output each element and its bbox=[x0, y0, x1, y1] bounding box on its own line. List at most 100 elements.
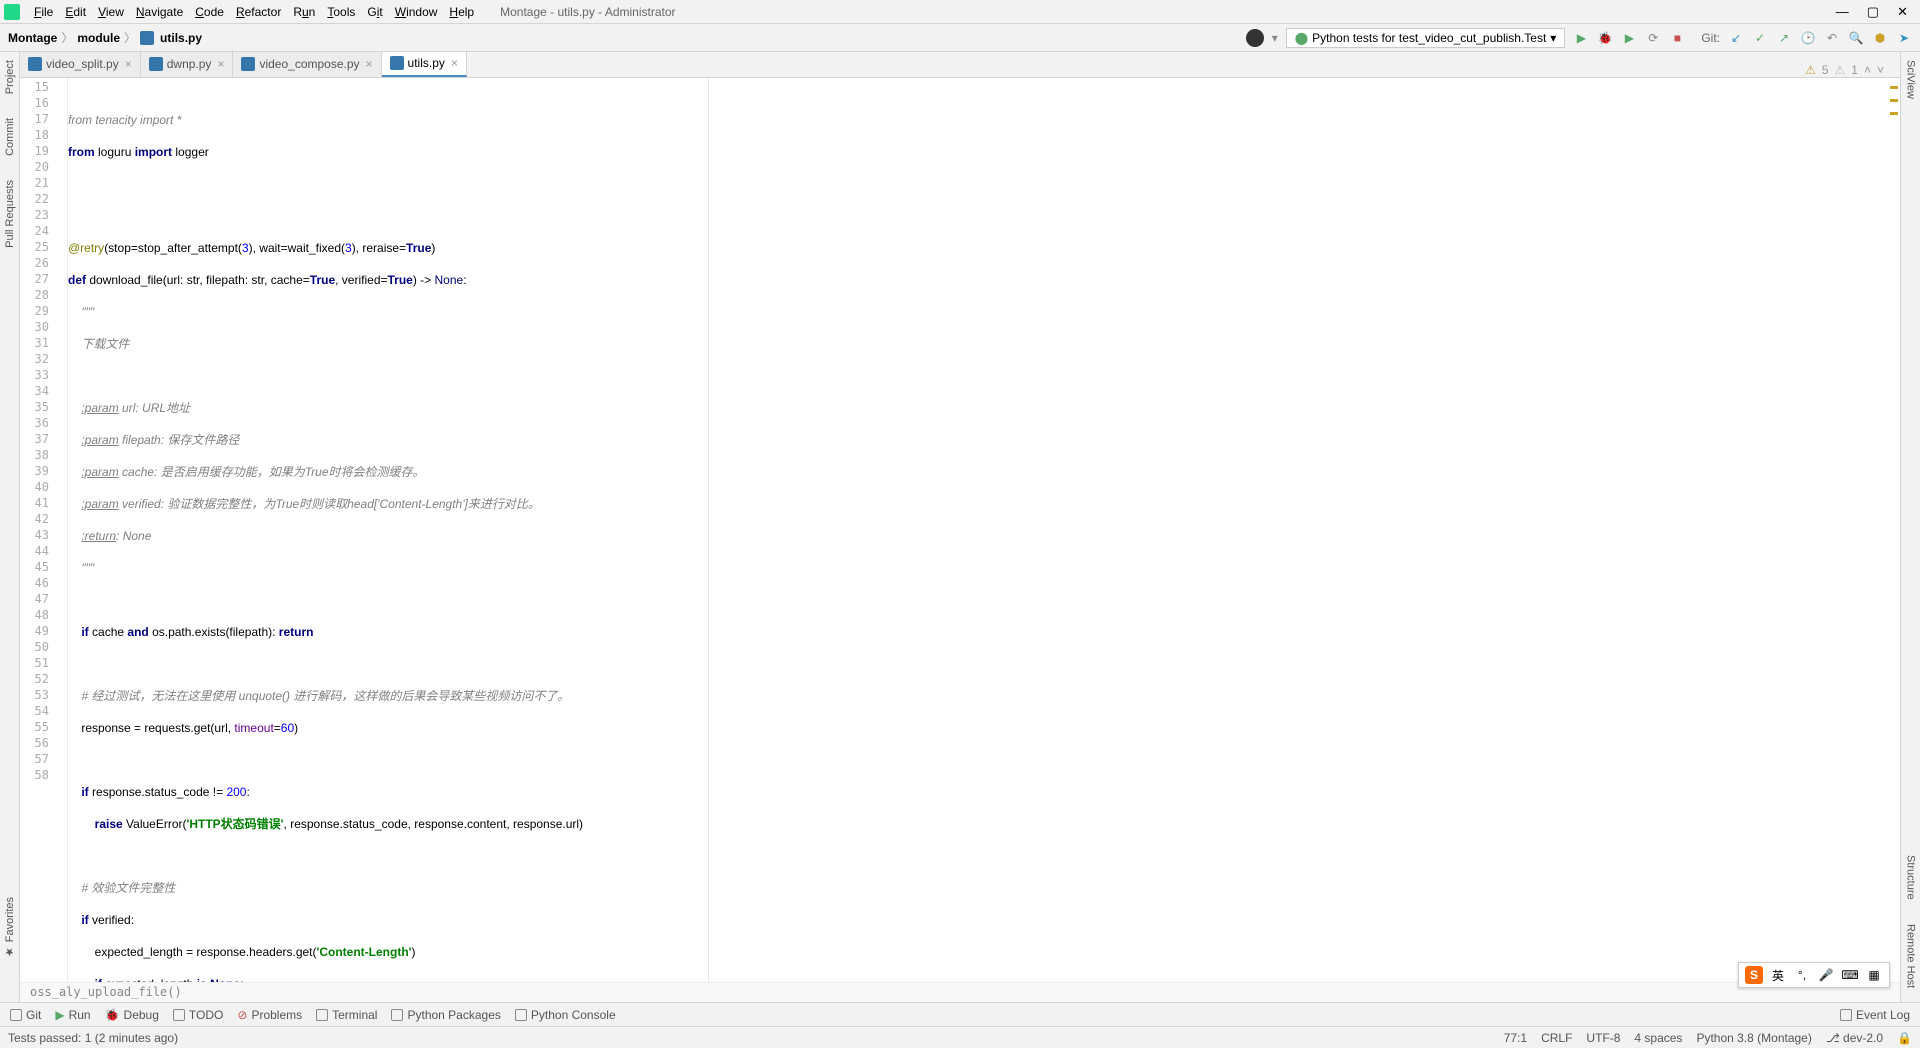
python-file-icon bbox=[28, 57, 42, 71]
close-icon[interactable]: ✕ bbox=[1897, 4, 1908, 20]
ime-menu-icon[interactable]: ▦ bbox=[1865, 966, 1883, 984]
menu-window[interactable]: Window bbox=[389, 3, 444, 21]
coverage-icon[interactable]: ▶ bbox=[1621, 30, 1637, 46]
breadcrumb-file[interactable]: utils.py bbox=[160, 31, 202, 45]
search-icon[interactable]: 🔍 bbox=[1848, 30, 1864, 46]
warning-icon: ⚠ bbox=[1805, 63, 1816, 77]
right-tool-rail: SciView Structure Remote Host bbox=[1900, 52, 1920, 1002]
chevron-down-icon: ▾ bbox=[1550, 31, 1556, 45]
play-icon: ▶ bbox=[55, 1008, 64, 1022]
event-log-tool[interactable]: Event Log bbox=[1840, 1008, 1910, 1022]
debug-icon[interactable]: 🐞 bbox=[1597, 30, 1613, 46]
problems-tool[interactable]: ⊘Problems bbox=[237, 1008, 302, 1022]
run-tool[interactable]: ▶Run bbox=[55, 1008, 90, 1022]
down-icon[interactable]: ˅ bbox=[1877, 63, 1884, 77]
run-configuration-dropdown[interactable]: ⬤ Python tests for test_video_cut_publis… bbox=[1286, 28, 1566, 48]
run-icon[interactable]: ▶ bbox=[1573, 30, 1589, 46]
sciview-tool[interactable]: SciView bbox=[1905, 56, 1917, 103]
git-branch[interactable]: ⎇ dev-2.0 bbox=[1826, 1031, 1883, 1045]
breadcrumb-module[interactable]: module bbox=[77, 31, 120, 45]
code-editor[interactable]: 1516171819202122232425262728293031323334… bbox=[20, 78, 1900, 982]
weak-warning-icon: ⚠ bbox=[1835, 63, 1846, 77]
git-update-icon[interactable]: ↙ bbox=[1728, 30, 1744, 46]
menu-help[interactable]: Help bbox=[443, 3, 480, 21]
ime-lang[interactable]: 英 bbox=[1769, 966, 1787, 984]
code-content[interactable]: from tenacity import * from loguru impor… bbox=[68, 78, 1900, 982]
up-icon[interactable]: ˄ bbox=[1864, 63, 1871, 77]
git-tool[interactable]: Git bbox=[10, 1008, 41, 1022]
structure-tool[interactable]: Structure bbox=[1905, 851, 1917, 904]
git-push-icon[interactable]: ↗ bbox=[1776, 30, 1792, 46]
line-separator[interactable]: CRLF bbox=[1541, 1031, 1572, 1045]
pull-requests-tool[interactable]: Pull Requests bbox=[4, 176, 16, 252]
user-avatar-icon[interactable] bbox=[1246, 29, 1264, 47]
python-file-icon bbox=[140, 31, 154, 45]
app-logo-icon bbox=[4, 4, 20, 20]
forward-icon[interactable]: ➤ bbox=[1896, 30, 1912, 46]
commit-tool[interactable]: Commit bbox=[4, 114, 16, 160]
menu-refactor[interactable]: Refactor bbox=[230, 3, 287, 21]
git-rollback-icon[interactable]: ↶ bbox=[1824, 30, 1840, 46]
ime-mic-icon[interactable]: 🎤 bbox=[1817, 966, 1835, 984]
minimize-icon[interactable]: ― bbox=[1836, 4, 1849, 20]
close-tab-icon[interactable]: × bbox=[125, 57, 132, 71]
function-breadcrumb[interactable]: oss_aly_upload_file() bbox=[20, 982, 1900, 1002]
menu-file[interactable]: File bbox=[28, 3, 59, 21]
editor-tabs: video_split.py× dwnp.py× video_compose.p… bbox=[20, 52, 1900, 78]
terminal-icon bbox=[316, 1009, 328, 1021]
todo-icon bbox=[173, 1009, 185, 1021]
menu-tools[interactable]: Tools bbox=[321, 3, 361, 21]
file-encoding[interactable]: UTF-8 bbox=[1586, 1031, 1620, 1045]
python-file-icon bbox=[149, 57, 163, 71]
maximize-icon[interactable]: ▢ bbox=[1867, 4, 1879, 20]
line-gutter: 1516171819202122232425262728293031323334… bbox=[20, 78, 68, 982]
bug-icon: 🐞 bbox=[105, 1008, 120, 1022]
project-tool[interactable]: Project bbox=[4, 56, 16, 98]
settings-icon[interactable]: ⬢ bbox=[1872, 30, 1888, 46]
close-tab-icon[interactable]: × bbox=[451, 56, 458, 70]
tab-video-compose[interactable]: video_compose.py× bbox=[233, 52, 381, 77]
menu-bar: File Edit View Navigate Code Refactor Ru… bbox=[0, 0, 1920, 24]
ime-keyboard-icon[interactable]: ⌨ bbox=[1841, 966, 1859, 984]
window-title: Montage - utils.py - Administrator bbox=[500, 5, 675, 19]
debug-tool[interactable]: 🐞Debug bbox=[105, 1008, 159, 1022]
stop-icon[interactable]: ■ bbox=[1669, 30, 1685, 46]
menu-navigate[interactable]: Navigate bbox=[130, 3, 189, 21]
tab-dwnp[interactable]: dwnp.py× bbox=[141, 52, 234, 77]
python-file-icon bbox=[390, 56, 404, 70]
todo-tool[interactable]: TODO bbox=[173, 1008, 223, 1022]
bottom-tool-bar: Git ▶Run 🐞Debug TODO ⊘Problems Terminal … bbox=[0, 1002, 1920, 1026]
git-history-icon[interactable]: 🕑 bbox=[1800, 30, 1816, 46]
indent-setting[interactable]: 4 spaces bbox=[1634, 1031, 1682, 1045]
git-commit-icon[interactable]: ✓ bbox=[1752, 30, 1768, 46]
python-packages-tool[interactable]: Python Packages bbox=[391, 1008, 500, 1022]
close-tab-icon[interactable]: × bbox=[366, 57, 373, 71]
nav-bar: Montage 〉 module 〉 utils.py ▾ ⬤ Python t… bbox=[0, 24, 1920, 52]
git-icon bbox=[10, 1009, 22, 1021]
python-console-tool[interactable]: Python Console bbox=[515, 1008, 616, 1022]
menu-edit[interactable]: Edit bbox=[59, 3, 92, 21]
favorites-tool[interactable]: ★ Favorites bbox=[3, 893, 16, 962]
ime-punct-icon[interactable]: °, bbox=[1793, 966, 1811, 984]
add-config-icon[interactable]: ▾ bbox=[1272, 31, 1278, 45]
menu-view[interactable]: View bbox=[92, 3, 130, 21]
breadcrumb[interactable]: Montage 〉 module 〉 utils.py bbox=[8, 29, 202, 46]
inspections-widget[interactable]: ⚠5 ⚠1 ˄ ˅ bbox=[1805, 63, 1900, 77]
tab-video-split[interactable]: video_split.py× bbox=[20, 52, 141, 77]
tab-utils[interactable]: utils.py× bbox=[382, 52, 467, 77]
ime-toolbar[interactable]: S 英 °, 🎤 ⌨ ▦ bbox=[1738, 962, 1890, 988]
terminal-tool[interactable]: Terminal bbox=[316, 1008, 377, 1022]
caret-position[interactable]: 77:1 bbox=[1504, 1031, 1527, 1045]
left-tool-rail: Project Commit Pull Requests ★ Favorites bbox=[0, 52, 20, 1002]
remote-host-tool[interactable]: Remote Host bbox=[1905, 920, 1917, 992]
profile-icon[interactable]: ⟳ bbox=[1645, 30, 1661, 46]
error-stripe[interactable] bbox=[1890, 86, 1898, 115]
close-tab-icon[interactable]: × bbox=[217, 57, 224, 71]
sogou-icon[interactable]: S bbox=[1745, 966, 1763, 984]
menu-run[interactable]: Run bbox=[287, 3, 321, 21]
menu-git[interactable]: Git bbox=[361, 3, 388, 21]
breadcrumb-project[interactable]: Montage bbox=[8, 31, 57, 45]
interpreter[interactable]: Python 3.8 (Montage) bbox=[1696, 1031, 1811, 1045]
menu-code[interactable]: Code bbox=[189, 3, 230, 21]
lock-icon[interactable]: 🔒 bbox=[1897, 1031, 1912, 1045]
